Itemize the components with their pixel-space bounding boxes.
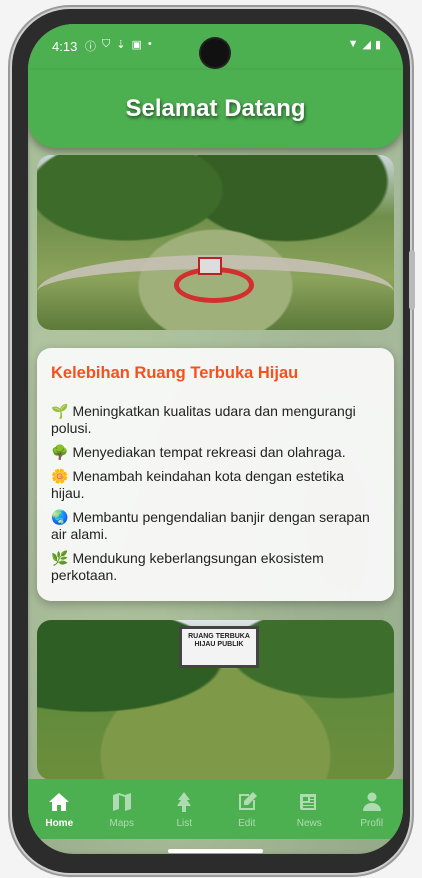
nav-news[interactable]: News <box>278 779 341 839</box>
benefits-list: 🌱 Meningkatkan kualitas udara dan mengura… <box>51 403 380 584</box>
page-title: Selamat Datang <box>125 95 306 122</box>
list-item: 🌿 Mendukung keberlangsungan ekosistem per… <box>51 550 324 583</box>
gesture-bar <box>168 849 263 853</box>
list-item: 🌼 Menambah keindahan kota dengan estetika… <box>51 468 345 501</box>
list-item: 🌳 Menyediakan tempat rekreasi dan olahrag… <box>51 444 346 460</box>
globe-icon: 🌏 <box>51 509 69 525</box>
card-title: Kelebihan Ruang Terbuka Hijau <box>51 364 299 382</box>
park-photo-2: RUANG TERBUKA HIJAU PUBLIK <box>37 620 394 780</box>
nav-list[interactable]: List <box>153 779 216 839</box>
herb-icon: 🌿 <box>51 550 69 566</box>
park-photo-1 <box>37 155 394 330</box>
park-sign: RUANG TERBUKA HIJAU PUBLIK <box>179 626 259 668</box>
shield-icon: ⛉ <box>102 38 111 50</box>
dot-icon: • <box>147 38 152 50</box>
nav-profil[interactable]: Profil <box>341 779 404 839</box>
battery-icon: ▮ <box>374 39 381 51</box>
home-icon <box>49 792 70 811</box>
status-time: 4:13 <box>52 39 78 54</box>
nav-maps[interactable]: Maps <box>91 779 154 839</box>
seedling-icon: 🌱 <box>51 403 69 419</box>
signal-icon: ◢ <box>362 39 371 51</box>
flower-icon: 🌼 <box>51 468 69 484</box>
list-item: 🌱 Meningkatkan kualitas udara dan mengura… <box>51 403 356 436</box>
tree-icon <box>177 791 192 812</box>
power-button <box>409 250 415 310</box>
app-screen: 4:13 ⓘ ⛉ ⇣ ▣ • ▼ ◢ ▮ Selamat Datang Kele… <box>28 24 403 854</box>
info-icon: ⓘ <box>85 41 96 53</box>
app-bar: Selamat Datang <box>28 70 403 148</box>
map-icon <box>112 792 131 811</box>
nav-home[interactable]: Home <box>28 779 91 839</box>
text-icon: ▣ <box>131 39 142 51</box>
tree-icon: 🌳 <box>51 444 69 460</box>
benefits-card: Kelebihan Ruang Terbuka Hijau 🌱 Meningkat… <box>37 348 394 601</box>
nav-edit[interactable]: Edit <box>216 779 279 839</box>
person-icon <box>362 792 381 811</box>
newspaper-icon <box>300 793 317 810</box>
wifi-icon: ▼ <box>347 38 359 50</box>
camera-cutout <box>201 39 229 67</box>
edit-icon <box>238 791 257 810</box>
list-item: 🌏 Membantu pengendalian banjir dengan ser… <box>51 509 370 542</box>
download-icon: ⇣ <box>116 39 126 51</box>
bottom-nav: Home Maps List Edit News Profil <box>28 779 403 839</box>
